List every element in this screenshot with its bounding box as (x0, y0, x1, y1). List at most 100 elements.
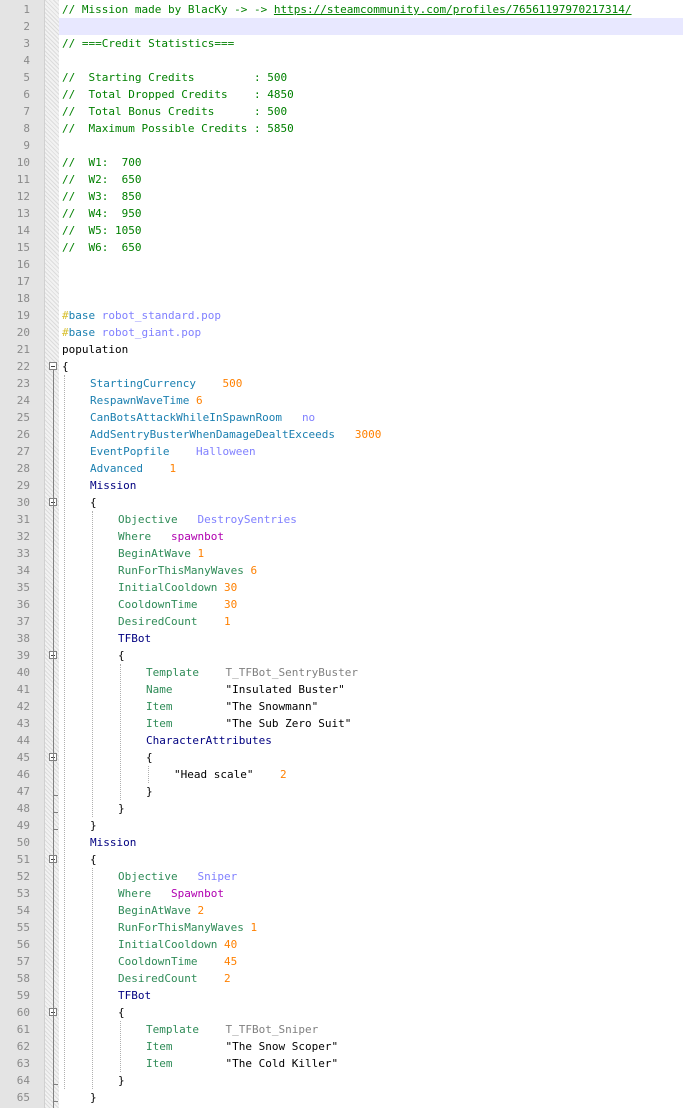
code-line[interactable]: // Total Dropped Credits : 4850 (59, 86, 683, 103)
code-line[interactable]: { (59, 851, 683, 868)
code-line[interactable]: // ===Credit Statistics=== (59, 35, 683, 52)
code-line[interactable]: { (59, 647, 683, 664)
code-line[interactable]: Item "The Snowmann" (59, 698, 683, 715)
line-number: 41 (16, 683, 30, 696)
code-line[interactable]: Objective DestroySentries (59, 511, 683, 528)
code-line[interactable]: RunForThisManyWaves 6 (59, 562, 683, 579)
code-line[interactable]: InitialCooldown 40 (59, 936, 683, 953)
code-line[interactable]: // Starting Credits : 500 (59, 69, 683, 86)
code-line[interactable]: Where spawnbot (59, 528, 683, 545)
code-line[interactable]: Mission (59, 477, 683, 494)
code-line[interactable]: // W4: 950 (59, 205, 683, 222)
code-token: 40 (223, 938, 238, 951)
code-token: CooldownTime (118, 955, 198, 968)
code-line[interactable]: // W2: 650 (59, 171, 683, 188)
fold-collapse-icon[interactable] (49, 362, 57, 370)
code-line[interactable]: { (59, 1004, 683, 1021)
code-line[interactable]: Where Spawnbot (59, 885, 683, 902)
line-number: 33 (16, 547, 30, 560)
code-line[interactable]: EventPopfile Halloween (59, 443, 683, 460)
code-line[interactable]: CooldownTime 45 (59, 953, 683, 970)
line-number: 61 (16, 1023, 30, 1036)
code-token: "The Cold Killer" (225, 1057, 339, 1070)
code-token: Name (146, 683, 173, 696)
code-line[interactable]: { (59, 749, 683, 766)
code-token: base (68, 326, 96, 339)
indent-guide (120, 1021, 121, 1072)
code-line[interactable]: } (59, 783, 683, 800)
code-line[interactable]: CooldownTime 30 (59, 596, 683, 613)
code-line[interactable]: Item "The Snow Scoper" (59, 1038, 683, 1055)
code-token: T_TFBot_Sniper (225, 1023, 319, 1036)
code-token: // W2: 650 (62, 173, 142, 186)
code-line[interactable]: RespawnWaveTime 6 (59, 392, 683, 409)
code-line[interactable]: InitialCooldown 30 (59, 579, 683, 596)
code-line[interactable]: Item "The Sub Zero Suit" (59, 715, 683, 732)
code-line[interactable]: // Mission made by BlacKy -> -> https://… (59, 1, 683, 18)
code-line[interactable]: } (59, 1089, 683, 1106)
indent-guide (148, 766, 149, 783)
code-line[interactable]: // W1: 700 (59, 154, 683, 171)
code-line[interactable]: } (59, 817, 683, 834)
code-line[interactable]: Template T_TFBot_Sniper (59, 1021, 683, 1038)
profile-link[interactable]: https://steamcommunity.com/profiles/7656… (274, 3, 632, 16)
code-line[interactable]: // Maximum Possible Credits : 5850 (59, 120, 683, 137)
code-area[interactable]: // Mission made by BlacKy -> -> https://… (59, 0, 683, 1108)
code-token: EventPopfile (90, 445, 170, 458)
code-line[interactable]: // W3: 850 (59, 188, 683, 205)
code-line[interactable]: Name "Insulated Buster" (59, 681, 683, 698)
code-token: Template (146, 666, 199, 679)
code-token: // W4: 950 (62, 207, 142, 220)
line-number: 23 (16, 377, 30, 390)
code-line[interactable]: Item "The Cold Killer" (59, 1055, 683, 1072)
code-line[interactable]: RunForThisManyWaves 1 (59, 919, 683, 936)
code-line[interactable]: #base robot_giant.pop (59, 324, 683, 341)
code-token: BeginAtWave (118, 547, 191, 560)
code-line[interactable]: BeginAtWave 2 (59, 902, 683, 919)
current-line[interactable] (59, 18, 683, 35)
code-line[interactable]: Template T_TFBot_SentryBuster (59, 664, 683, 681)
code-line[interactable]: Objective Sniper (59, 868, 683, 885)
code-line[interactable]: population (59, 341, 683, 358)
code-line[interactable] (59, 137, 683, 154)
line-number: 52 (16, 870, 30, 883)
code-line[interactable]: // W5: 1050 (59, 222, 683, 239)
code-line[interactable] (59, 256, 683, 273)
code-editor[interactable]: 1 2 3 4 5 6 7 8 9 10 11 12 13 14 15 16 17 18 19 20 21 22 23 24 2… (0, 0, 683, 1108)
code-line[interactable]: // W6: 650 (59, 239, 683, 256)
code-line[interactable]: } (59, 800, 683, 817)
code-line[interactable]: Mission (59, 834, 683, 851)
code-line[interactable]: { (59, 358, 683, 375)
line-number: 13 (16, 207, 30, 220)
code-line[interactable]: DesiredCount 1 (59, 613, 683, 630)
code-line[interactable]: } (59, 1072, 683, 1089)
code-line[interactable]: DesiredCount 2 (59, 970, 683, 987)
code-line[interactable] (59, 52, 683, 69)
code-line[interactable]: CanBotsAttackWhileInSpawnRoom no (59, 409, 683, 426)
code-line[interactable] (59, 273, 683, 290)
code-token: // W3: 850 (62, 190, 142, 203)
code-token: DesiredCount (118, 972, 198, 985)
code-line[interactable]: AddSentryBusterWhenDamageDealtExceeds 30… (59, 426, 683, 443)
code-line[interactable] (59, 290, 683, 307)
line-number: 25 (16, 411, 30, 424)
code-line[interactable]: #base robot_standard.pop (59, 307, 683, 324)
code-line[interactable]: Advanced 1 (59, 460, 683, 477)
code-line[interactable]: StartingCurrency 500 (59, 375, 683, 392)
code-line[interactable]: BeginAtWave 1 (59, 545, 683, 562)
code-line[interactable]: // Total Bonus Credits : 500 (59, 103, 683, 120)
code-line[interactable]: CharacterAttributes (59, 732, 683, 749)
line-number: 24 (16, 394, 30, 407)
code-line[interactable]: "Head scale" 2 (59, 766, 683, 783)
code-line[interactable]: TFBot (59, 630, 683, 647)
line-number: 15 (16, 241, 30, 254)
code-token: AddSentryBusterWhenDamageDealtExceeds (90, 428, 336, 441)
code-line[interactable]: { (59, 494, 683, 511)
code-line[interactable]: TFBot (59, 987, 683, 1004)
